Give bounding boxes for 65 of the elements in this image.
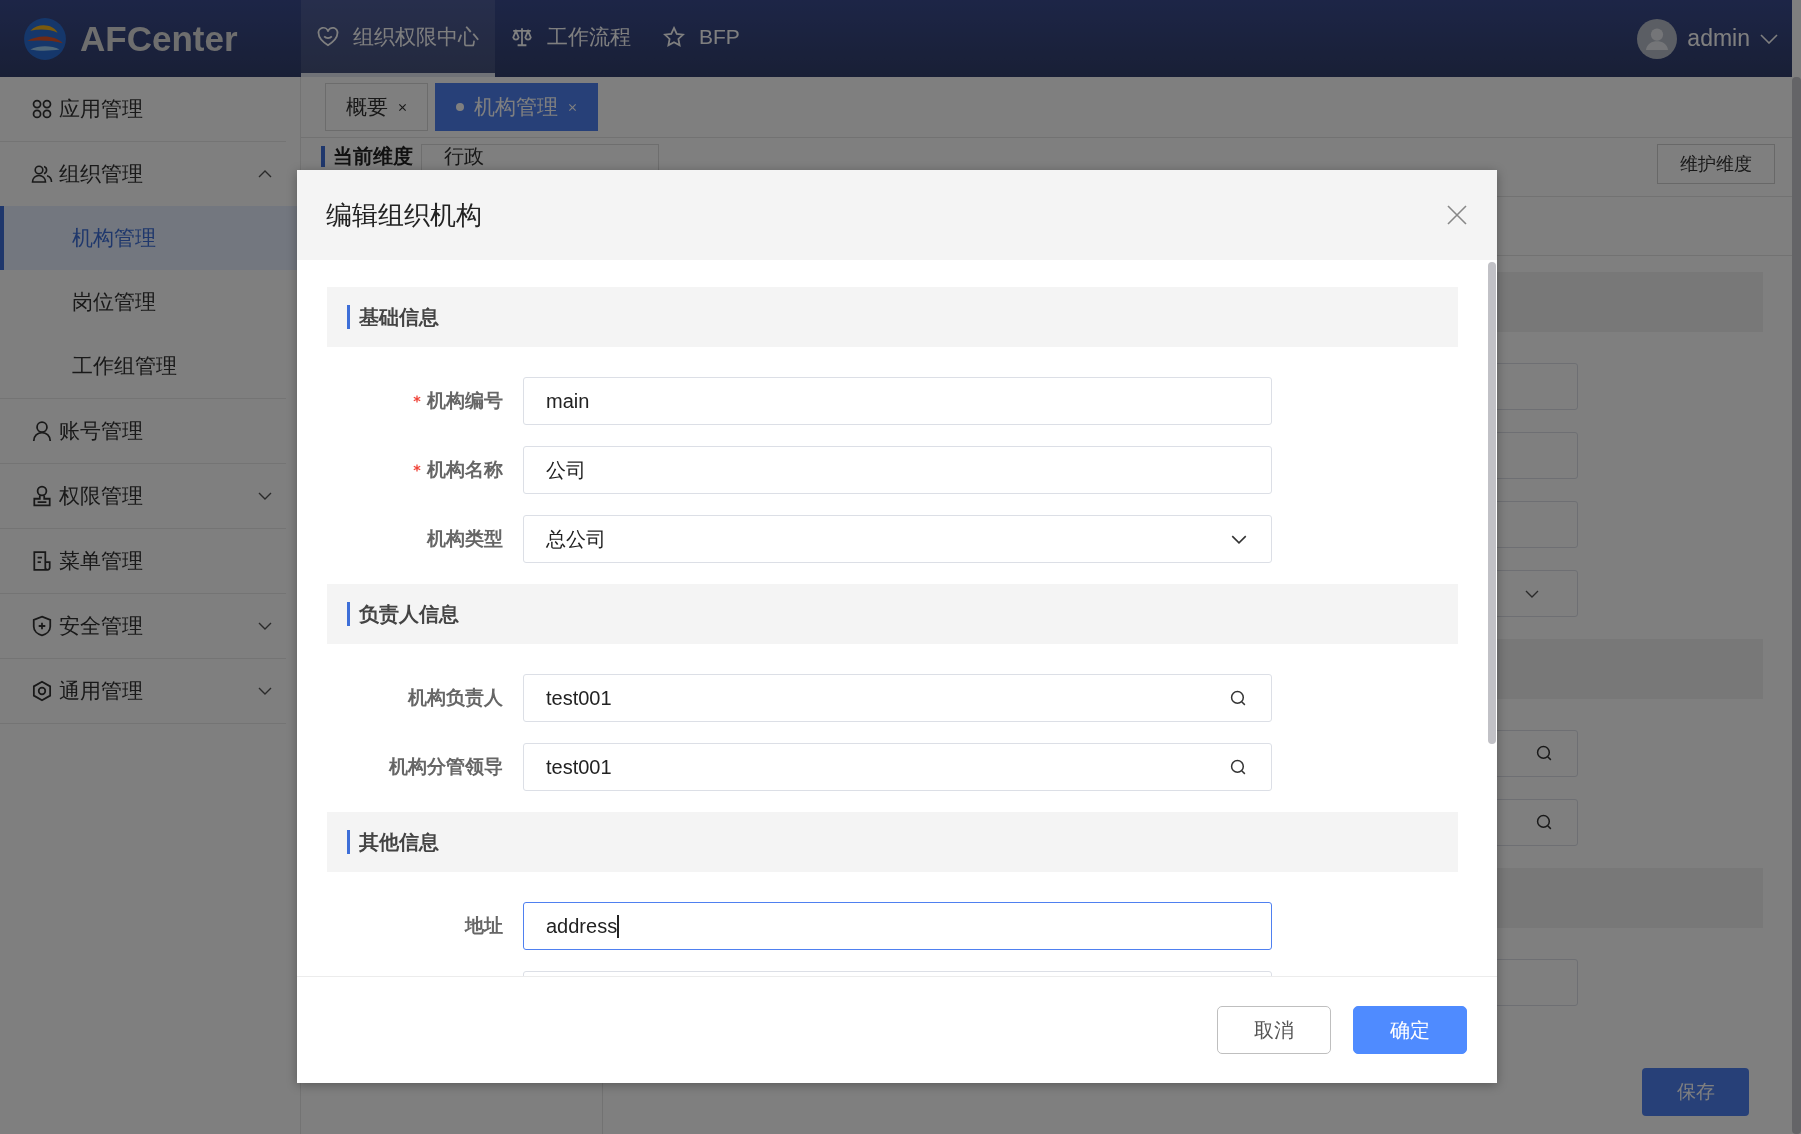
scrollbar[interactable]	[1488, 262, 1496, 744]
nav-tab[interactable]: BFP	[647, 0, 756, 77]
section-title: 负责人信息	[347, 602, 459, 626]
input-field[interactable]: 公司	[523, 446, 1272, 494]
input-field[interactable]: main	[523, 377, 1272, 425]
save-button[interactable]: 保存	[1642, 1068, 1749, 1116]
sidebar-item[interactable]: 安全管理	[0, 594, 286, 658]
grid-icon	[31, 98, 53, 120]
field-label: 机构编号	[413, 390, 503, 411]
search-icon[interactable]	[1230, 758, 1247, 776]
sidebar-subitem[interactable]: 工作组管理	[0, 334, 315, 398]
heart-icon	[317, 25, 339, 48]
dialog-title: 编辑组织机构	[326, 198, 482, 232]
users-icon	[31, 163, 53, 185]
scale-icon	[511, 25, 533, 48]
field-label: 机构分管领导	[389, 756, 503, 777]
field-label: 地址	[465, 915, 503, 936]
star-icon	[663, 25, 685, 48]
sidebar-subitem[interactable]: 岗位管理	[0, 270, 315, 334]
nav-tab[interactable]: 工作流程	[495, 0, 647, 77]
search-icon	[1536, 814, 1553, 831]
field-label: 机构类型	[427, 528, 503, 549]
search-icon	[1536, 745, 1553, 762]
close-icon[interactable]	[398, 102, 407, 112]
confirm-button[interactable]: 确定	[1353, 1006, 1467, 1054]
search-field[interactable]: test001	[523, 743, 1272, 791]
maintain-button[interactable]: 维护维度	[1657, 144, 1775, 184]
section-title: 其他信息	[347, 830, 439, 854]
dot-icon	[456, 103, 464, 111]
close-icon[interactable]	[1447, 205, 1467, 225]
document-icon	[31, 550, 53, 572]
cancel-button[interactable]: 取消	[1217, 1006, 1331, 1054]
section-title: 基础信息	[347, 305, 439, 329]
sidebar-item[interactable]: 通用管理	[0, 659, 286, 723]
chevron-down-icon	[258, 687, 272, 695]
input-field[interactable]: address	[523, 902, 1272, 950]
search-icon[interactable]	[1230, 689, 1247, 707]
stamp-icon	[31, 485, 53, 507]
user-menu[interactable]: admin	[1637, 0, 1792, 77]
avatar-icon	[1637, 18, 1678, 59]
chevron-up-icon	[258, 170, 272, 178]
chevron-down-icon	[1231, 534, 1247, 544]
sidebar-item[interactable]: 应用管理	[0, 77, 286, 141]
select-field[interactable]: 总公司	[523, 515, 1272, 563]
page-tab[interactable]: 概要	[325, 83, 428, 131]
chevron-down-icon	[258, 492, 272, 500]
asterisk-icon	[413, 395, 421, 403]
field-label: 机构负责人	[408, 687, 503, 708]
chevron-down-icon	[1760, 33, 1778, 44]
user-icon	[31, 420, 53, 442]
field-label: 机构名称	[413, 459, 503, 480]
shield-icon	[31, 615, 53, 637]
settings-icon	[31, 680, 53, 702]
asterisk-icon	[413, 464, 421, 472]
app-name: AFCenter	[80, 18, 238, 59]
sidebar-item[interactable]: 权限管理	[0, 464, 286, 528]
chevron-down-icon	[1525, 589, 1539, 598]
sidebar-item[interactable]: 账号管理	[0, 399, 286, 463]
scrollbar[interactable]	[1792, 77, 1801, 1134]
page-tab[interactable]: 机构管理	[435, 83, 598, 131]
search-field[interactable]: test001	[523, 674, 1272, 722]
sidebar-item[interactable]: 菜单管理	[0, 529, 286, 593]
sidebar-item[interactable]: 组织管理	[0, 142, 286, 206]
chevron-down-icon	[258, 622, 272, 630]
logo-icon	[22, 15, 68, 62]
